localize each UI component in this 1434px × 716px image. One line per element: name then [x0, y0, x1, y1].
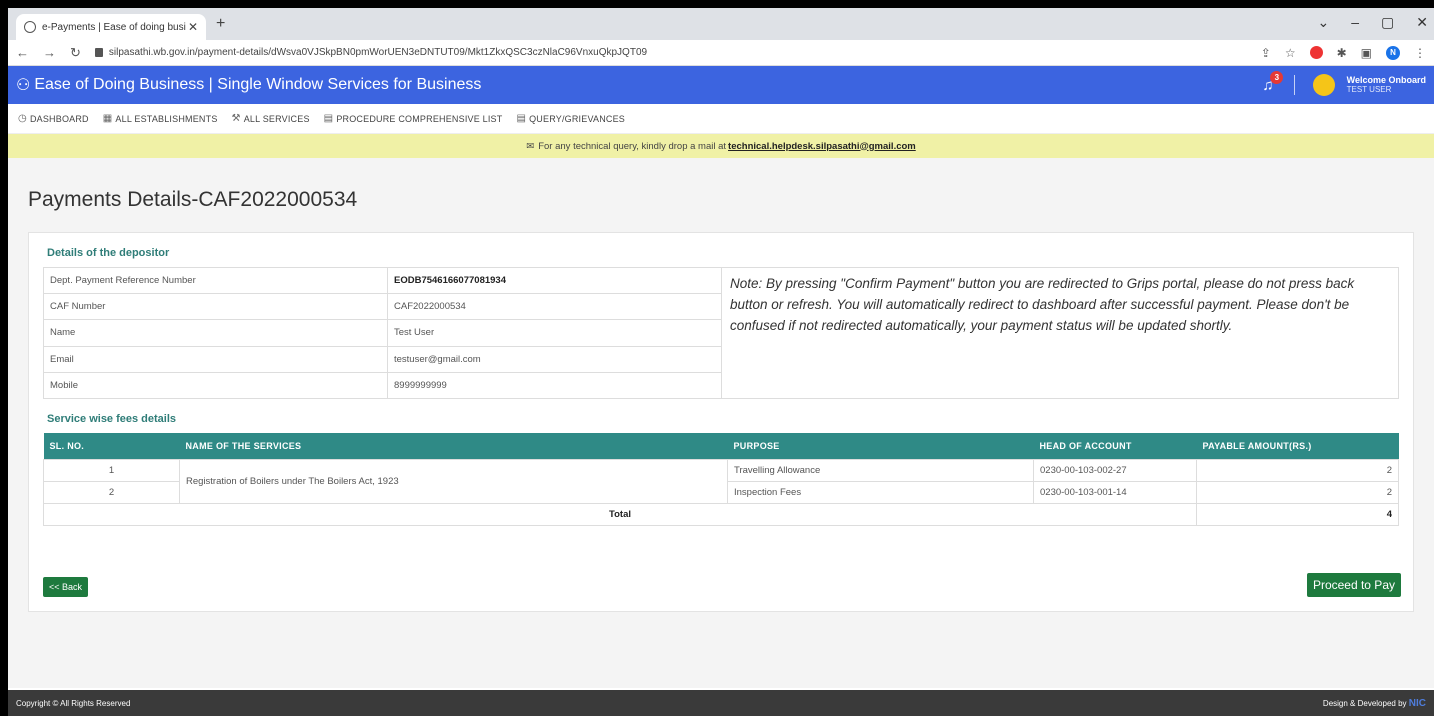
table-row: Email testuser@gmail.com	[43, 345, 722, 373]
table-row: Dept. Payment Reference Number EODB754616…	[43, 266, 722, 295]
total-row: Total 4	[43, 502, 1399, 526]
restore-button[interactable]: ▢	[1381, 14, 1394, 31]
close-window-button[interactable]: ✕	[1416, 14, 1428, 31]
table-row: Name Test User	[43, 319, 722, 347]
lock-icon	[94, 48, 103, 57]
notification-badge: 3	[1270, 70, 1284, 84]
extension-icon[interactable]	[1309, 46, 1323, 59]
browser-tab[interactable]: e-Payments | Ease of doing busi ✕	[16, 14, 206, 40]
back-arrow-icon[interactable]: ←	[16, 45, 29, 60]
depositor-table: Dept. Payment Reference Number EODB754616…	[43, 266, 722, 400]
user-menu[interactable]: Welcome Onboard TEST USER	[1346, 75, 1426, 95]
payment-card: Details of the depositor Dept. Payment R…	[28, 232, 1414, 612]
depositor-heading: Details of the depositor	[47, 247, 170, 259]
forward-arrow-icon[interactable]: →	[43, 45, 56, 60]
building-icon: ▦	[102, 113, 113, 124]
credits: Design & Developed by NIC	[1322, 697, 1426, 709]
menu-dots-icon[interactable]: ⋮	[1414, 46, 1426, 60]
user-name: TEST USER	[1346, 84, 1392, 94]
menu-all-establishments[interactable]: ▦ ALL ESTABLISHMENTS	[103, 113, 218, 124]
menu-query-grievances[interactable]: ▤ QUERY/GRIEVANCES	[516, 113, 625, 124]
fees-table: SL. NO. NAME OF THE SERVICES PURPOSE HEA…	[43, 433, 1399, 526]
wrench-icon: ⚒	[231, 113, 241, 124]
table-row: 1 Registration of Boilers under The Boil…	[43, 458, 1399, 504]
fees-heading: Service wise fees details	[47, 413, 177, 425]
main-content: Payments Details-CAF2022000534 Details o…	[8, 158, 1434, 688]
puzzle-icon[interactable]: ✱	[1337, 46, 1347, 60]
footer: Copyright © All Rights Reserved Design &…	[8, 690, 1434, 716]
network-icon: ⚇	[16, 77, 31, 94]
reload-icon[interactable]: ↻	[70, 45, 81, 61]
copyright-text: Copyright © All Rights Reserved	[16, 698, 131, 708]
url-text: silpasathi.wb.gov.in/payment-details/dWs…	[108, 47, 648, 58]
tab-search-icon[interactable]: ⌄	[1318, 14, 1330, 31]
address-bar: ← → ↻ silpasathi.wb.gov.in/payment-detai…	[8, 40, 1434, 66]
app-header: ⚇ Ease of Doing Business | Single Window…	[8, 66, 1434, 104]
sidepanel-icon[interactable]: ▣	[1361, 46, 1372, 60]
menu-all-services[interactable]: ⚒ ALL SERVICES	[232, 113, 310, 124]
brand-title[interactable]: Ease of Doing Business | Single Window S…	[34, 76, 1262, 94]
dashboard-icon: ◷	[18, 113, 27, 124]
star-icon[interactable]: ☆	[1285, 46, 1296, 60]
form-icon: ▤	[516, 113, 527, 124]
tab-title: e-Payments | Ease of doing busi	[42, 21, 186, 33]
main-menu: ◷ DASHBOARD ▦ ALL ESTABLISHMENTS ⚒ ALL SERV…	[8, 104, 1434, 134]
bell-icon[interactable]: ♫ 3	[1262, 70, 1284, 94]
list-icon: ▤	[323, 113, 334, 124]
payment-note: Note: By pressing "Confirm Payment" butt…	[722, 267, 1399, 399]
service-name: Registration of Boilers under The Boiler…	[179, 458, 728, 504]
table-header-row: SL. NO. NAME OF THE SERVICES PURPOSE HEA…	[43, 433, 1399, 459]
nic-logo: NIC	[1408, 697, 1426, 709]
close-tab-icon[interactable]: ✕	[188, 20, 198, 34]
page-title: Payments Details-CAF2022000534	[28, 188, 358, 211]
browser-tab-bar: e-Payments | Ease of doing busi ✕ + ⌄ – …	[8, 8, 1434, 40]
table-row: Mobile 8999999999	[43, 371, 722, 400]
url-field[interactable]: silpasathi.wb.gov.in/payment-details/dWs…	[94, 47, 1261, 58]
globe-icon	[24, 21, 36, 33]
menu-dashboard[interactable]: ◷ DASHBOARD	[18, 113, 89, 124]
minimize-button[interactable]: –	[1351, 14, 1359, 31]
notice-text: For any technical query, kindly drop a m…	[538, 140, 727, 152]
mail-icon: ✉	[526, 140, 535, 152]
table-row: CAF Number CAF2022000534	[43, 293, 722, 321]
menu-procedure-list[interactable]: ▤ PROCEDURE COMPREHENSIVE LIST	[324, 113, 503, 124]
divider	[1293, 75, 1295, 95]
new-tab-button[interactable]: +	[216, 15, 225, 33]
profile-avatar[interactable]: N	[1386, 45, 1400, 60]
helpdesk-email-link[interactable]: technical.helpdesk.silpasathi@gmail.com	[728, 141, 916, 152]
avatar[interactable]	[1312, 74, 1335, 96]
back-button[interactable]: << Back	[43, 577, 89, 597]
technical-notice: ✉ For any technical query, kindly drop a…	[8, 134, 1434, 158]
proceed-to-pay-button[interactable]: Proceed to Pay	[1306, 573, 1401, 597]
share-icon[interactable]: ⇪	[1261, 46, 1271, 60]
